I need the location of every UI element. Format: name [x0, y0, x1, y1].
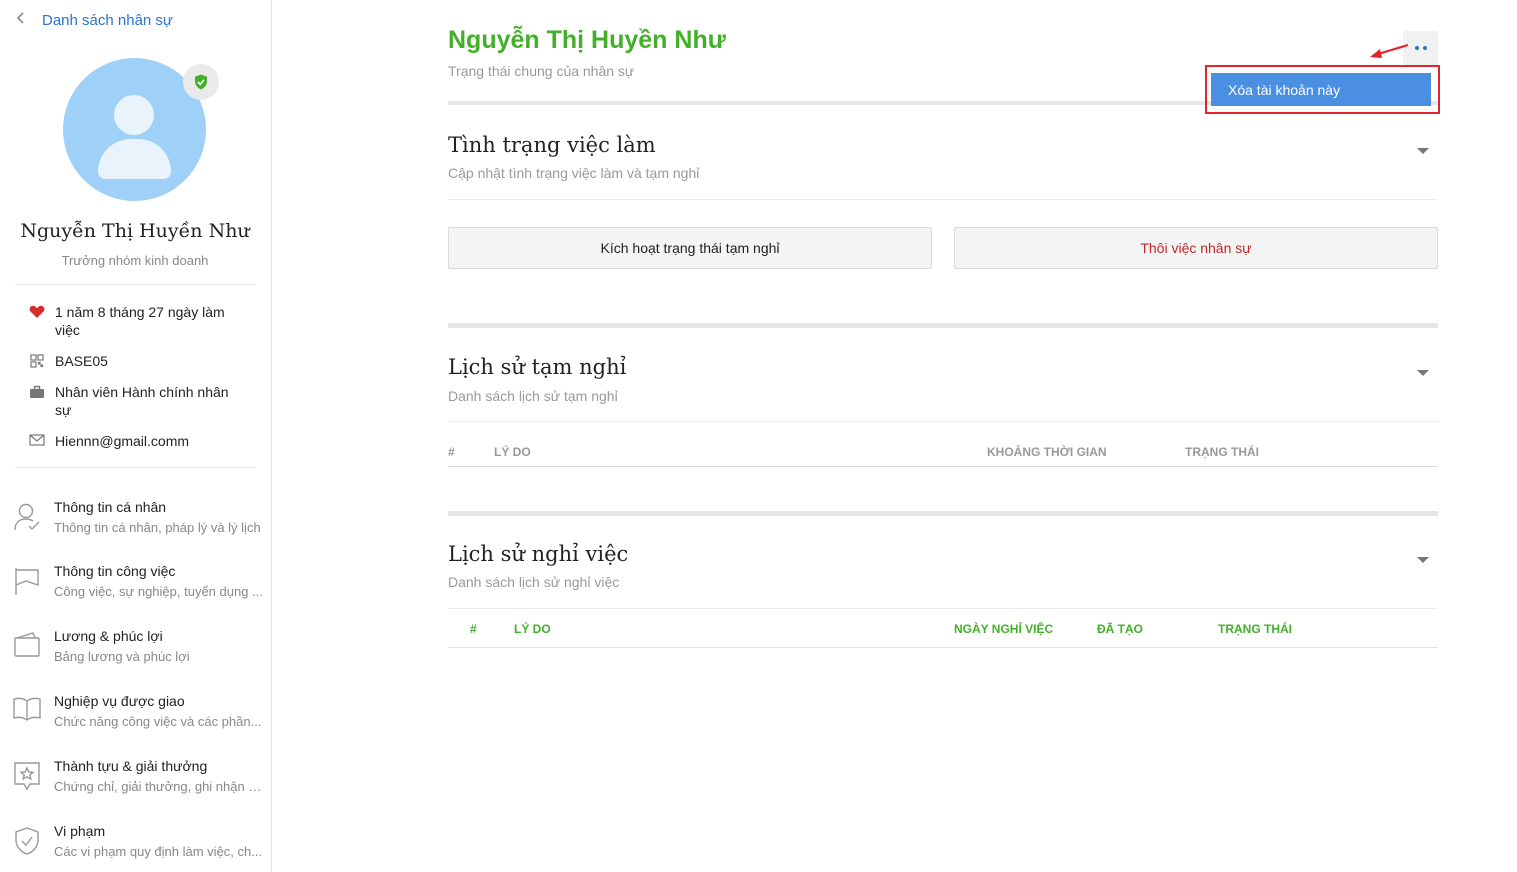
flag-icon [12, 562, 42, 618]
sidebar-item-title[interactable]: Nghiệp vụ được giao [54, 692, 264, 710]
info-code-text: BASE05 [55, 353, 108, 369]
dot-icon [1422, 46, 1427, 50]
sidebar-item-title[interactable]: Thông tin công việc [54, 562, 264, 580]
award-icon [12, 757, 42, 813]
info-position: Nhân viên Hành chính nhân sự [29, 383, 239, 419]
sidebar-item-subtitle: Chức năng công việc và các phần... [54, 714, 262, 729]
sidebar: Danh sách nhân sự Nguyễn Thị Huyền Như T… [0, 0, 272, 872]
section-subtitle-termination-history: Danh sách lịch sử nghỉ việc [448, 574, 620, 590]
section-title-employment: Tình trạng việc làm [448, 133, 656, 157]
page-title: Nguyễn Thị Huyền Như [448, 26, 726, 54]
profile-role: Trưởng nhóm kinh doanh [61, 253, 209, 268]
section-divider [448, 323, 1438, 328]
chevron-left-icon [16, 11, 28, 29]
annotation-arrow-icon [1370, 43, 1409, 58]
mail-icon [29, 432, 45, 450]
section-title-termination-history: Lịch sử nghỉ việc [448, 542, 629, 566]
sidebar-item-title[interactable]: Thành tựu & giải thưởng [54, 757, 264, 775]
qr-code-icon [29, 352, 45, 370]
divider [448, 421, 1438, 422]
delete-account-label[interactable]: Xóa tài khoản này [1228, 82, 1340, 98]
shield-icon [12, 822, 42, 872]
user-icon [12, 498, 42, 554]
sidebar-item-achievements[interactable]: Thành tựu & giải thưởng Chứng chỉ, giải … [12, 757, 270, 813]
table-header-status: TRẠNG THÁI [1218, 622, 1292, 636]
sidebar-item-title[interactable]: Thông tin cá nhân [54, 498, 264, 516]
info-code: BASE05 [29, 352, 239, 370]
table-header-reason: LÝ DO [514, 622, 551, 636]
sidebar-item-title[interactable]: Lương & phúc lợi [54, 627, 264, 645]
divider [448, 608, 1438, 609]
sidebar-item-job-info[interactable]: Thông tin công việc Công việc, sự nghiệp… [12, 562, 270, 618]
sidebar-item-violations[interactable]: Vi phạm Các vi phạm quy định làm việc, c… [12, 822, 270, 872]
table-header-index: # [470, 622, 477, 636]
heart-icon [29, 303, 45, 339]
section-subtitle-employment: Cập nhật tình trạng việc làm và tạm nghỉ [448, 165, 700, 181]
collapse-caret-icon[interactable] [1417, 148, 1429, 154]
profile-name: Nguyễn Thị Huyền Như [20, 220, 250, 242]
sidebar-item-salary[interactable]: Lương & phúc lợi Bảng lương và phúc lợi [12, 627, 270, 683]
info-position-text: Nhân viên Hành chính nhân sự [55, 384, 229, 418]
collapse-caret-icon[interactable] [1417, 370, 1429, 376]
divider [448, 199, 1438, 200]
sidebar-item-subtitle: Công việc, sự nghiệp, tuyển dụng ... [54, 584, 263, 599]
divider [15, 284, 256, 285]
terminate-employee-label[interactable]: Thôi việc nhân sự [1140, 240, 1251, 256]
table-header-reason: LÝ DO [494, 445, 531, 459]
back-link[interactable]: Danh sách nhân sự [16, 11, 173, 29]
sidebar-item-duties[interactable]: Nghiệp vụ được giao Chức năng công việc … [12, 692, 270, 748]
book-icon [12, 692, 42, 748]
divider [15, 467, 256, 468]
back-link-label[interactable]: Danh sách nhân sự [42, 12, 173, 29]
section-subtitle-leave-history: Danh sách lịch sử tạm nghỉ [448, 388, 618, 404]
sidebar-item-personal-info[interactable]: Thông tin cá nhân Thông tin cá nhân, phá… [12, 498, 270, 554]
verified-shield-icon [183, 64, 219, 100]
sidebar-item-title[interactable]: Vi phạm [54, 822, 264, 840]
activate-leave-label[interactable]: Kích hoạt trạng thái tạm nghỉ [601, 240, 780, 256]
info-tenure-text: 1 năm 8 tháng 27 ngày làm việc [55, 304, 225, 338]
dot-icon [1414, 46, 1419, 50]
table-header-created: ĐÃ TẠO [1097, 622, 1143, 636]
info-tenure: 1 năm 8 tháng 27 ngày làm việc [29, 303, 239, 339]
table-header-status: TRẠNG THÁI [1185, 445, 1259, 459]
info-email: Hiennn@gmail.comm [29, 432, 239, 450]
table-header-index: # [448, 445, 455, 459]
section-title-leave-history: Lịch sử tạm nghỉ [448, 355, 627, 379]
collapse-caret-icon[interactable] [1417, 557, 1429, 563]
terminate-employee-button[interactable]: Thôi việc nhân sự [954, 227, 1438, 269]
avatar [63, 58, 219, 201]
section-divider [448, 511, 1438, 516]
info-email-text: Hiennn@gmail.comm [55, 433, 190, 449]
wallet-icon [12, 627, 42, 683]
sidebar-item-subtitle: Các vi phạm quy định làm việc, ch... [54, 844, 263, 859]
activate-leave-button[interactable]: Kích hoạt trạng thái tạm nghỉ [448, 227, 932, 269]
table-header-divider [448, 647, 1438, 648]
sidebar-item-subtitle: Bảng lương và phúc lợi [54, 649, 190, 664]
sidebar-item-subtitle: Thông tin cá nhân, pháp lý và lý lịch [54, 520, 261, 535]
table-header-divider [448, 466, 1438, 467]
page-subtitle: Trạng thái chung của nhân sự [448, 63, 635, 79]
briefcase-icon [29, 383, 45, 419]
table-header-duration: KHOẢNG THỜI GIAN [987, 445, 1107, 459]
delete-account-menu-item[interactable]: Xóa tài khoản này [1211, 73, 1431, 106]
sidebar-item-subtitle: Chứng chỉ, giải thưởng, ghi nhận v... [54, 779, 264, 794]
table-header-termination-date: NGÀY NGHỈ VIỆC [954, 622, 1054, 636]
